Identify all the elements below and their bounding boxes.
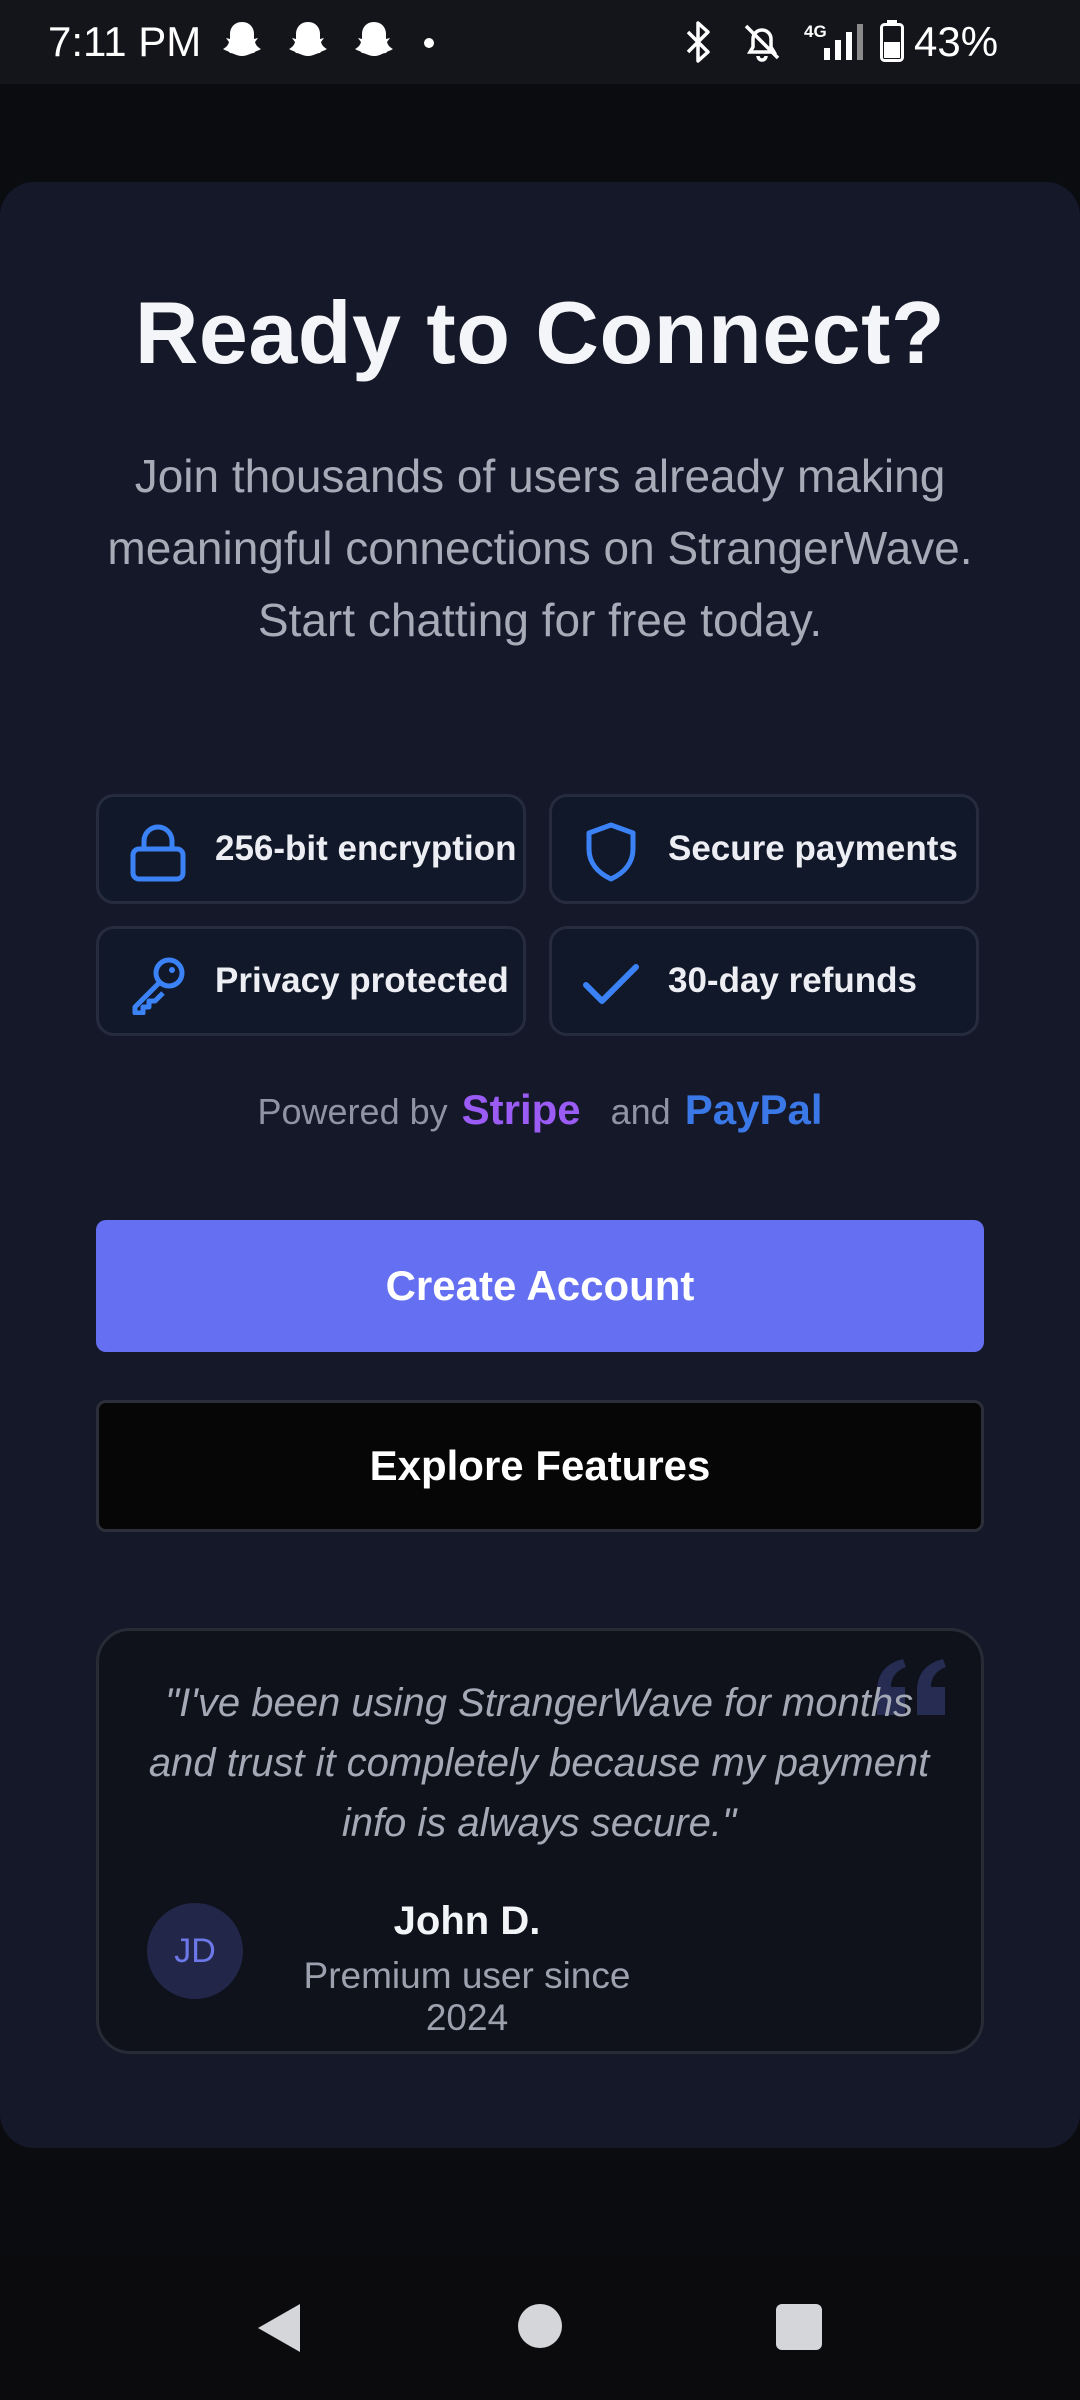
feature-label: Privacy protected — [215, 961, 509, 1000]
bell-off-icon — [744, 24, 780, 62]
feature-label: 30-day refunds — [668, 961, 917, 1000]
testimonial-card: "I've been using StrangerWave for months… — [96, 1628, 984, 2054]
snapchat-ghost-icon — [223, 22, 261, 56]
testimonial-author-name: John D. — [393, 1899, 541, 1943]
status-time: 7:11 PM — [48, 18, 202, 65]
signal-icon — [824, 24, 863, 60]
shield-icon — [586, 822, 636, 882]
powered-by-joiner: and — [610, 1091, 671, 1132]
stripe-logo: Stripe — [461, 1086, 581, 1133]
recents-button[interactable] — [776, 2304, 822, 2350]
feature-label: Secure payments — [668, 829, 958, 868]
battery-percent: 43% — [914, 18, 999, 65]
status-bar: 7:11 PM 4G 43% — [0, 0, 1080, 84]
snapchat-ghost-icon — [355, 22, 393, 56]
battery-icon — [880, 20, 904, 62]
bluetooth-icon — [686, 21, 710, 63]
feature-secure-payments: Secure payments — [549, 794, 979, 904]
powered-by: Powered by Stripe and PayPal — [0, 1086, 1080, 1134]
key-icon — [132, 957, 185, 1015]
testimonial-quote: "I've been using StrangerWave for months… — [148, 1681, 930, 1845]
system-nav-bar — [0, 2256, 1080, 2400]
back-icon[interactable] — [254, 2300, 304, 2356]
testimonial-author-role: Premium user since 2024 — [303, 1955, 631, 2038]
page-title: Ready to Connect? — [134, 283, 946, 382]
cta-card: Ready to Connect? Join thousands of user… — [0, 182, 1080, 2148]
feature-label: 256-bit encryption — [215, 829, 517, 868]
powered-by-prefix: Powered by — [257, 1091, 448, 1132]
avatar: JD — [147, 1903, 243, 1999]
explore-features-button[interactable]: Explore Features — [96, 1400, 984, 1532]
page-subtitle: Join thousands of users already making m… — [107, 450, 973, 646]
paypal-logo: PayPal — [684, 1086, 823, 1133]
feature-refunds: 30-day refunds — [549, 926, 979, 1036]
create-account-button[interactable]: Create Account — [96, 1220, 984, 1352]
snapchat-ghost-icon — [289, 22, 327, 56]
lock-icon — [130, 824, 186, 882]
feature-encryption: 256-bit encryption — [96, 794, 526, 904]
check-icon — [583, 964, 639, 1004]
feature-privacy: Privacy protected — [96, 926, 526, 1036]
dot-icon — [424, 38, 434, 48]
home-button[interactable] — [518, 2304, 562, 2348]
